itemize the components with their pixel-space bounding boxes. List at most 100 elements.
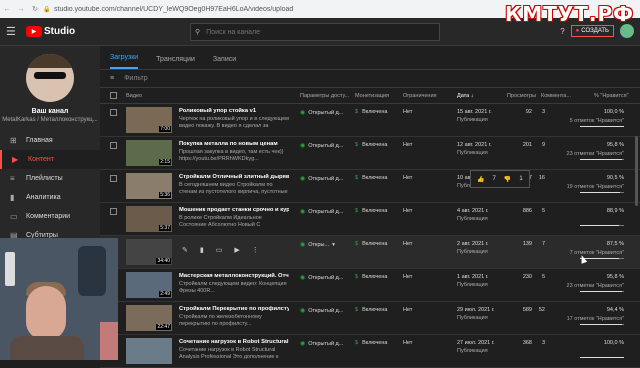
monetization-cell[interactable]: $ Включена — [355, 274, 387, 280]
edit-icon[interactable]: ✎ — [182, 246, 188, 254]
comments-cell: 5 — [541, 274, 545, 280]
monetization-cell[interactable]: $ Включена — [355, 175, 387, 181]
monetization-cell[interactable]: $ Включена — [355, 208, 387, 214]
video-title[interactable]: Стройкалм Перекрытие по профилсту — [179, 306, 289, 312]
restrictions-cell: Нет — [403, 241, 413, 247]
video-title[interactable]: Сочетание нагрузок в Robot Structural An… — [179, 339, 289, 345]
tab-uploads[interactable]: Загрузки — [110, 54, 139, 69]
menu-icon[interactable]: ☰ — [6, 25, 26, 38]
dollar-icon: $ — [355, 109, 359, 115]
likes-count: 17 отметок "Нравится" — [566, 316, 624, 322]
video-thumbnail[interactable] — [126, 338, 172, 364]
video-title[interactable]: Роликовый упор стойка v1 — [179, 108, 289, 114]
date-cell: 1 авг. 2021 г. — [457, 274, 489, 280]
monetization-cell[interactable]: $ Включена — [355, 241, 387, 247]
comments-icon[interactable]: ▭ — [216, 246, 223, 254]
video-thumbnail[interactable]: 5:37 — [126, 206, 172, 232]
table-row[interactable]: 5:36 Стройкалм Отличный злитный дырявый д… — [100, 170, 640, 203]
address-bar[interactable]: studio.youtube.com/channel/UCDY_leWQ9Oeg… — [54, 6, 314, 13]
filter-bar[interactable]: ≡ Фильтр — [100, 70, 640, 88]
table-row[interactable]: 2:15 Покупка металла по новым ценам Прошла… — [100, 137, 640, 170]
video-title[interactable]: Мастерская металлоконструкций. Отчет з..… — [179, 273, 289, 279]
visibility-label: Открытый д... — [308, 109, 344, 116]
visibility-cell[interactable]: ◉ Открытый д... — [300, 340, 343, 348]
table-row[interactable]: 22:47 Стройкалм Перекрытие по профилсту Ст… — [100, 302, 640, 335]
table-row[interactable]: 7:00 Роликовый упор стойка v1 Чертеж на ро… — [100, 104, 640, 137]
video-thumbnail[interactable]: 34:40 — [126, 239, 172, 265]
visibility-cell[interactable]: ◉ Открытый д... — [300, 307, 343, 315]
row-checkbox[interactable] — [110, 208, 117, 215]
visibility-cell[interactable]: ◉ Открытый д... — [300, 175, 344, 183]
channel-avatar[interactable] — [26, 54, 74, 102]
visibility-label: Открытый д... — [308, 175, 344, 182]
row-checkbox[interactable] — [110, 142, 117, 149]
row-checkbox[interactable] — [110, 109, 117, 116]
sidebar-item-comments[interactable]: ▭ Комментарии — [0, 207, 100, 226]
help-icon[interactable]: ? — [560, 27, 564, 36]
scrollbar[interactable] — [635, 136, 638, 206]
table-row[interactable]: 2:49 Мастерская металлоконструкций. Отчет… — [100, 269, 640, 302]
account-avatar[interactable] — [620, 24, 634, 38]
likes-bar — [580, 225, 624, 226]
column-access[interactable]: Параметры досту... — [300, 93, 349, 99]
row-checkbox[interactable] — [110, 175, 117, 182]
monetization-label: Включена — [362, 307, 388, 313]
visibility-cell[interactable]: ◉ Открытый д... — [300, 109, 344, 117]
reload-icon[interactable]: ↻ — [28, 5, 42, 13]
webcam-overlay — [0, 238, 118, 360]
column-restrictions[interactable]: Ограничения — [403, 93, 437, 99]
column-comments[interactable]: Коммента... — [541, 93, 571, 99]
forward-icon[interactable]: → — [14, 6, 28, 13]
column-date[interactable]: Дата ↓ — [457, 93, 473, 99]
video-thumbnail[interactable]: 22:47 — [126, 305, 172, 331]
row-actions: ✎ ▮ ▭ ▶ ⋮ — [182, 246, 259, 254]
video-title[interactable]: Стройкалм Отличный злитный дырявый д... — [179, 174, 289, 180]
column-views[interactable]: Просмотры — [507, 93, 536, 99]
sidebar-item-playlists[interactable]: ≡ Плейлисты — [0, 169, 100, 188]
visibility-cell[interactable]: ◉ Открытый д... — [300, 142, 343, 150]
sidebar-item-analytics[interactable]: ▮ Аналитика — [0, 188, 100, 207]
analytics-icon[interactable]: ▮ — [200, 246, 204, 254]
likes-bar — [580, 357, 624, 358]
monetization-cell[interactable]: $ Включена — [355, 307, 387, 313]
visibility-cell[interactable]: ◉ Открытый д... — [300, 208, 344, 216]
filter-icon[interactable]: ≡ — [110, 75, 114, 82]
visibility-cell[interactable]: ◉ Откры... ▾ — [300, 241, 335, 249]
play-icon[interactable]: ▶ — [234, 246, 239, 254]
search-input[interactable] — [206, 28, 407, 36]
create-button[interactable]: ● СОЗДАТЬ — [570, 25, 614, 37]
select-all-checkbox[interactable] — [110, 92, 117, 99]
video-thumbnail[interactable]: 2:15 — [126, 140, 172, 166]
comments-cell: 52 — [538, 307, 545, 313]
video-thumbnail[interactable]: 5:36 — [126, 173, 172, 199]
table-row[interactable]: 34:40 ✎ ▮ ▭ ▶ ⋮ ◉ Откры... ▾ $ Включена Нет 2 авг. 2… — [100, 236, 640, 269]
likes-bar-fill — [580, 192, 620, 193]
column-likes[interactable]: % "Нравится" — [594, 93, 629, 99]
table-row[interactable]: Сочетание нагрузок в Robot Structural An… — [100, 335, 640, 368]
date-status: Публикация — [457, 348, 488, 354]
thumbs-down-icon: 👎 — [503, 176, 512, 183]
visibility-cell[interactable]: ◉ Открытый д... — [300, 274, 343, 282]
sidebar-item-content[interactable]: ▶ Контент — [0, 150, 100, 169]
likes-bar — [580, 192, 624, 193]
table-row[interactable]: 5:37 Мошеник продает станки срочно и кург… — [100, 203, 640, 236]
monetization-cell[interactable]: $ Включена — [355, 109, 387, 115]
video-title[interactable]: Мошеник продает станки срочно и курга — [179, 207, 289, 213]
search-box[interactable]: ⚲ — [190, 23, 440, 41]
more-options-icon[interactable]: ⋮ — [252, 246, 259, 254]
monetization-cell[interactable]: $ Включена — [355, 142, 387, 148]
studio-logo[interactable]: ▶ Studio — [26, 26, 75, 37]
likes-bar-fill — [580, 357, 624, 358]
video-duration: 5:36 — [159, 192, 171, 198]
monetization-cell[interactable]: $ Включена — [355, 340, 387, 346]
column-monetization[interactable]: Монетизация — [355, 93, 389, 99]
video-title[interactable]: Покупка металла по новым ценам — [179, 141, 289, 147]
tab-live[interactable]: Трансляции — [156, 56, 195, 69]
video-thumbnail[interactable]: 7:00 — [126, 107, 172, 133]
video-thumbnail[interactable]: 2:49 — [126, 272, 172, 298]
back-icon[interactable]: ← — [0, 6, 14, 13]
visibility-label: Открытый д... — [308, 208, 344, 215]
sidebar-item-label: Аналитика — [26, 194, 61, 201]
tab-posts[interactable]: Записи — [213, 56, 236, 69]
sidebar-item-dashboard[interactable]: ⊞ Главная — [0, 131, 100, 150]
